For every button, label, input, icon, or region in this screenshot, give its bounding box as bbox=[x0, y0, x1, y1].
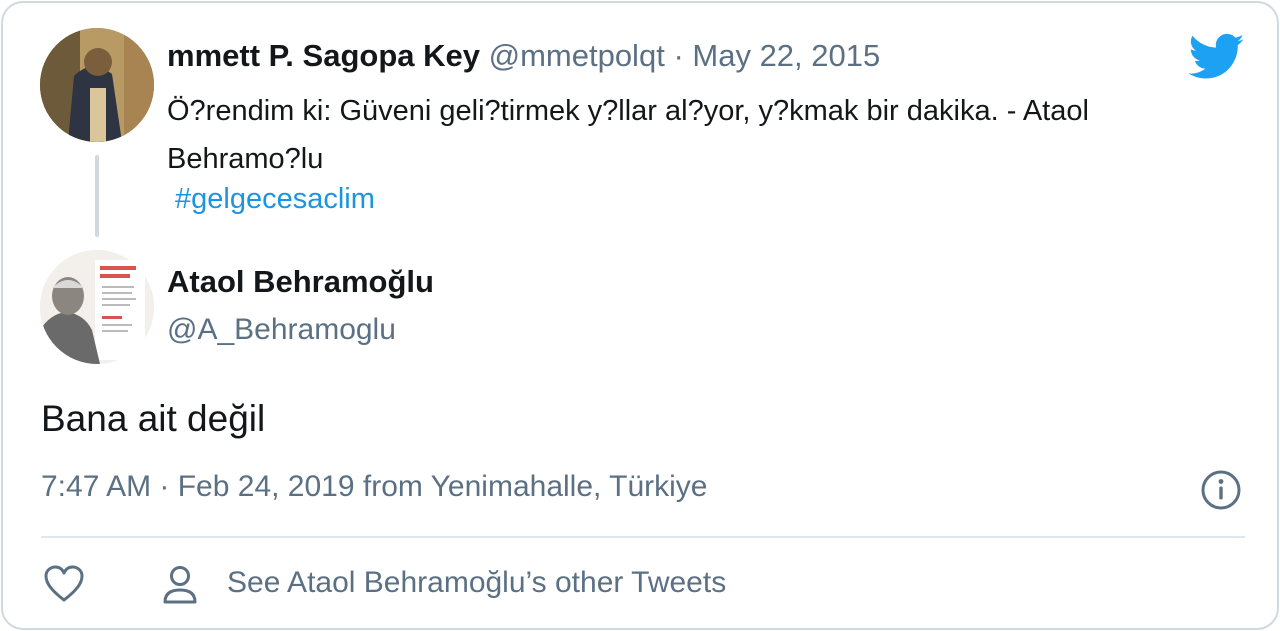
parent-author-name[interactable]: mmett P. Sagopa Key bbox=[167, 38, 480, 73]
heart-icon[interactable] bbox=[43, 564, 85, 604]
parent-date[interactable]: May 22, 2015 bbox=[692, 38, 880, 73]
thread-connector bbox=[95, 155, 99, 237]
parent-avatar-image bbox=[40, 28, 154, 142]
parent-separator: · bbox=[673, 38, 684, 73]
parent-tweet-text: Ö?rendim ki: Güveni geli?tirmek y?llar a… bbox=[167, 95, 1089, 175]
tweet-text: Bana ait değil bbox=[41, 398, 266, 439]
parent-author-handle[interactable]: @mmetpolqt bbox=[489, 38, 665, 73]
author-avatar-image bbox=[40, 250, 154, 364]
tweet-meta[interactable]: 7:47 AM · Feb 24, 2019 from Yenimahalle,… bbox=[41, 467, 708, 507]
see-other-tweets-link[interactable]: See Ataol Behramoğlu’s other Tweets bbox=[227, 563, 726, 603]
twitter-bird-icon[interactable] bbox=[1189, 33, 1245, 81]
parent-avatar[interactable] bbox=[40, 28, 154, 142]
author-handle[interactable]: @A_Behramoglu bbox=[167, 310, 396, 350]
person-icon[interactable] bbox=[161, 564, 199, 606]
parent-header: mmett P. Sagopa Key @mmetpolqt · May 22,… bbox=[167, 36, 880, 76]
author-name[interactable]: Ataol Behramoğlu bbox=[167, 262, 434, 302]
info-icon[interactable] bbox=[1200, 469, 1242, 511]
author-avatar[interactable] bbox=[40, 250, 154, 364]
divider bbox=[41, 536, 1245, 538]
parent-hashtag-link[interactable]: #gelgecesaclim bbox=[175, 179, 375, 219]
tweet-card: mmett P. Sagopa Key @mmetpolqt · May 22,… bbox=[1, 1, 1279, 630]
